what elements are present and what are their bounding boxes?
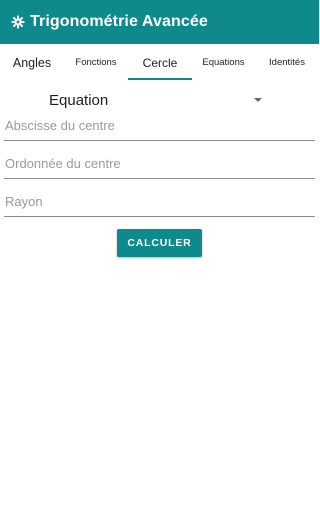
tab-cercle[interactable]: Cercle [128,44,192,81]
gear-icon [11,15,25,29]
ordonnee-centre-input[interactable] [4,149,315,179]
tab-identites[interactable]: Identités [255,44,319,81]
tab-fonctions[interactable]: Fonctions [64,44,128,81]
rayon-input[interactable] [4,187,315,217]
dropdown-arrow-icon [254,98,262,102]
abscisse-centre-input[interactable] [4,111,315,141]
tab-equations[interactable]: Equations [192,44,255,81]
tab-selected-indicator [128,78,192,80]
app-bar: Trigonométrie Avancée [0,0,319,44]
app-title: Trigonométrie Avancée [30,13,208,30]
tab-bar: Angles Fonctions Cercle Equations Identi… [0,44,319,81]
calculer-button[interactable]: CALCULER [117,229,202,257]
mode-dropdown-value: Equation [49,92,109,109]
tab-angles[interactable]: Angles [0,44,64,81]
